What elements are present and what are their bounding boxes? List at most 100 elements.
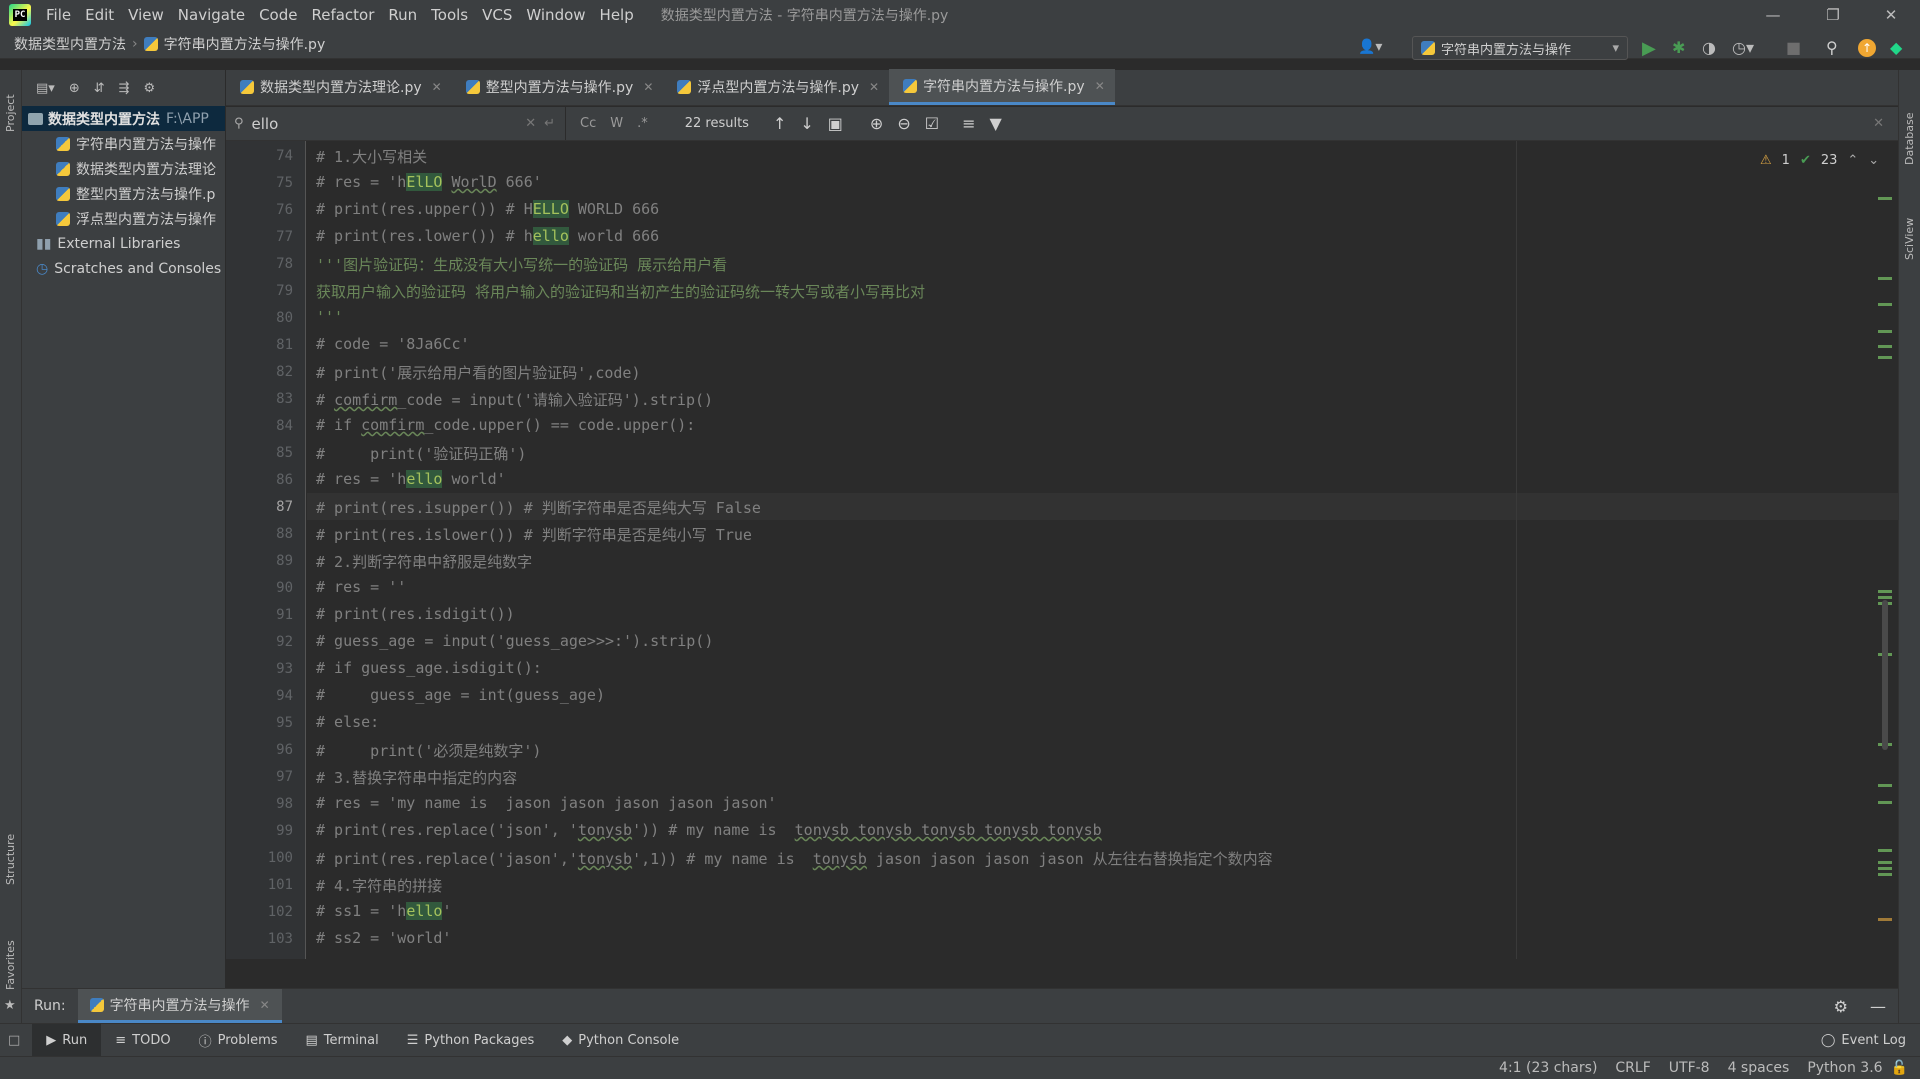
structure-tool-button[interactable]: Structure (4, 834, 17, 885)
sciview-tool-button[interactable]: SciView (1903, 218, 1916, 260)
error-stripe-mark[interactable] (1878, 277, 1892, 280)
line-separator[interactable]: CRLF (1615, 1060, 1650, 1076)
breadcrumb-file[interactable]: 字符串内置方法与操作.py (164, 34, 326, 54)
update-icon[interactable]: ↑ (1858, 39, 1876, 57)
add-selection-icon[interactable]: ⊕ (870, 114, 883, 133)
error-stripe-mark[interactable] (1878, 918, 1892, 921)
minimize-icon[interactable]: — (1750, 0, 1796, 30)
menu-refactor[interactable]: Refactor (304, 6, 381, 24)
tree-file[interactable]: 字符串内置方法与操作 (22, 131, 225, 156)
stop-icon[interactable]: ■ (1786, 38, 1801, 57)
jetbrains-icon[interactable]: ◆ (1890, 38, 1902, 57)
view-mode-icon[interactable]: ▤▾ (36, 81, 55, 96)
close-tab-icon[interactable]: ✕ (432, 80, 442, 94)
expand-all-icon[interactable]: ⇵ (94, 81, 105, 96)
caret-position[interactable]: 4:1 (23 chars) (1499, 1060, 1597, 1076)
indent-setting[interactable]: 4 spaces (1728, 1060, 1790, 1076)
lock-icon[interactable]: 🔓 (1891, 1060, 1908, 1076)
tab-integer[interactable]: 整型内置方法与操作.py ✕ (452, 69, 664, 105)
error-stripe-mark[interactable] (1878, 356, 1892, 359)
coverage-icon[interactable]: ◑ (1702, 38, 1716, 57)
tree-scratches[interactable]: ◷ Scratches and Consoles (22, 256, 225, 281)
close-find-icon[interactable]: ✕ (1873, 116, 1884, 131)
code-editor[interactable]: 74 75 76 77 78 79 80 81 82 83 84 85 86 8… (226, 141, 1898, 959)
tab-string[interactable]: 字符串内置方法与操作.py ✕ (889, 69, 1115, 105)
close-window-icon[interactable]: ✕ (1868, 0, 1914, 30)
tree-root-folder[interactable]: 数据类型内置方法 F:\APP (22, 106, 225, 131)
menu-vcs[interactable]: VCS (475, 6, 519, 24)
file-encoding[interactable]: UTF-8 (1669, 1060, 1710, 1076)
find-input[interactable]: ⚲ ello ✕ ↵ (226, 107, 566, 140)
favorites-tool-button[interactable]: Favorites (4, 940, 17, 990)
hide-panel-icon[interactable]: — (1870, 997, 1886, 1016)
error-stripe-mark[interactable] (1878, 590, 1892, 593)
menu-window[interactable]: Window (519, 6, 592, 24)
restore-icon[interactable]: ❐ (1810, 0, 1856, 30)
close-tab-icon[interactable]: ✕ (260, 998, 270, 1012)
chevron-up-icon[interactable]: ⌃ (1847, 153, 1858, 168)
tree-external-libraries[interactable]: ▮▮ External Libraries (22, 231, 225, 256)
project-tool-button[interactable]: Project (4, 94, 17, 132)
error-stripe-mark[interactable] (1878, 596, 1892, 599)
error-stripe-mark[interactable] (1878, 861, 1892, 864)
regex-toggle[interactable]: .* (637, 116, 648, 131)
close-tab-icon[interactable]: ✕ (1095, 79, 1105, 93)
profile-icon[interactable]: ◷▾ (1732, 38, 1754, 57)
tab-theory[interactable]: 数据类型内置方法理论.py ✕ (226, 69, 452, 105)
search-icon[interactable]: ⚲ (1826, 38, 1838, 57)
filter-icon[interactable]: ▼ (989, 114, 1001, 133)
error-stripe-mark[interactable] (1878, 197, 1892, 200)
menu-tools[interactable]: Tools (424, 6, 475, 24)
remove-selection-icon[interactable]: ⊖ (897, 114, 910, 133)
tree-file[interactable]: 整型内置方法与操作.p (22, 181, 225, 206)
error-stripe-mark[interactable] (1878, 867, 1892, 870)
menu-help[interactable]: Help (593, 6, 641, 24)
todo-tool-button[interactable]: ≡ TODO (101, 1024, 184, 1056)
menu-file[interactable]: File (39, 6, 78, 24)
python-console-tool-button[interactable]: ◆ Python Console (548, 1024, 693, 1056)
error-stripe-mark[interactable] (1878, 784, 1892, 787)
chevron-down-icon[interactable]: ⌄ (1868, 153, 1879, 168)
run-tool-button[interactable]: ▶ Run (32, 1024, 102, 1056)
clear-search-icon[interactable]: ✕ (525, 116, 536, 131)
gear-icon[interactable]: ⚙ (1834, 997, 1848, 1016)
whole-words-toggle[interactable]: W (610, 116, 623, 131)
gear-icon[interactable]: ⚙ (144, 81, 156, 96)
database-tool-button[interactable]: Database (1903, 113, 1916, 166)
run-icon[interactable]: ▶ (1642, 38, 1656, 59)
tree-file[interactable]: 数据类型内置方法理论 (22, 156, 225, 181)
menu-view[interactable]: View (121, 6, 171, 24)
terminal-tool-button[interactable]: ▤ Terminal (292, 1024, 393, 1056)
error-stripe-mark[interactable] (1878, 345, 1892, 348)
new-line-icon[interactable]: ↵ (544, 116, 555, 131)
debug-icon[interactable]: ✱ (1672, 38, 1685, 57)
user-icon[interactable]: 👤▾ (1358, 39, 1382, 55)
locate-icon[interactable]: ⊕ (69, 81, 80, 96)
problems-tool-button[interactable]: ⓘ Problems (185, 1024, 292, 1056)
menu-edit[interactable]: Edit (78, 6, 121, 24)
run-tab[interactable]: 字符串内置方法与操作 ✕ (77, 989, 282, 1023)
select-all-occurrences-icon[interactable]: ☑ (925, 114, 939, 133)
error-stripe-mark[interactable] (1878, 801, 1892, 804)
close-tab-icon[interactable]: ✕ (869, 80, 879, 94)
python-packages-tool-button[interactable]: ☰ Python Packages (393, 1024, 549, 1056)
menu-run[interactable]: Run (381, 6, 424, 24)
tab-float[interactable]: 浮点型内置方法与操作.py ✕ (663, 69, 889, 105)
python-interpreter[interactable]: Python 3.6 (1807, 1060, 1882, 1076)
error-stripe-mark[interactable] (1878, 303, 1892, 306)
error-stripe-mark[interactable] (1878, 873, 1892, 876)
panel-toggle-icon[interactable]: □ (8, 1033, 20, 1048)
run-configuration-select[interactable]: 字符串内置方法与操作 ▾ (1412, 36, 1628, 60)
menu-code[interactable]: Code (252, 6, 304, 24)
tree-file[interactable]: 浮点型内置方法与操作 (22, 206, 225, 231)
vertical-scrollbar[interactable] (1882, 600, 1888, 750)
menu-navigate[interactable]: Navigate (171, 6, 252, 24)
error-stripe-mark[interactable] (1878, 849, 1892, 852)
error-stripe-mark[interactable] (1878, 330, 1892, 333)
open-in-window-icon[interactable]: ▣ (828, 114, 843, 133)
match-case-toggle[interactable]: Cc (580, 116, 596, 131)
close-tab-icon[interactable]: ✕ (643, 80, 653, 94)
previous-occurrence-icon[interactable]: ↑ (773, 114, 786, 133)
filter-options-icon[interactable]: ≡ (962, 114, 975, 133)
breadcrumb-project[interactable]: 数据类型内置方法 (14, 34, 126, 54)
